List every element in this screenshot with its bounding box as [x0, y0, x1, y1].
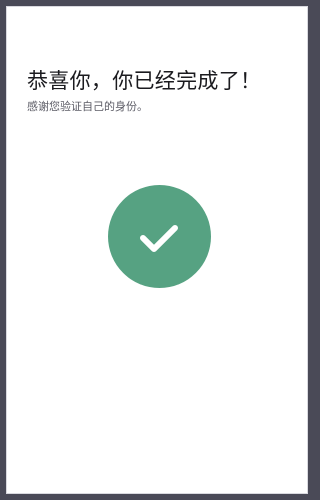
completion-subtitle: 感谢您验证自己的身份。: [27, 100, 148, 113]
completion-title: 恭喜你，你已经完成了！: [27, 69, 262, 93]
completion-card: 恭喜你，你已经完成了！ 感谢您验证自己的身份。: [6, 6, 308, 494]
success-checkmark-icon: [108, 185, 211, 288]
